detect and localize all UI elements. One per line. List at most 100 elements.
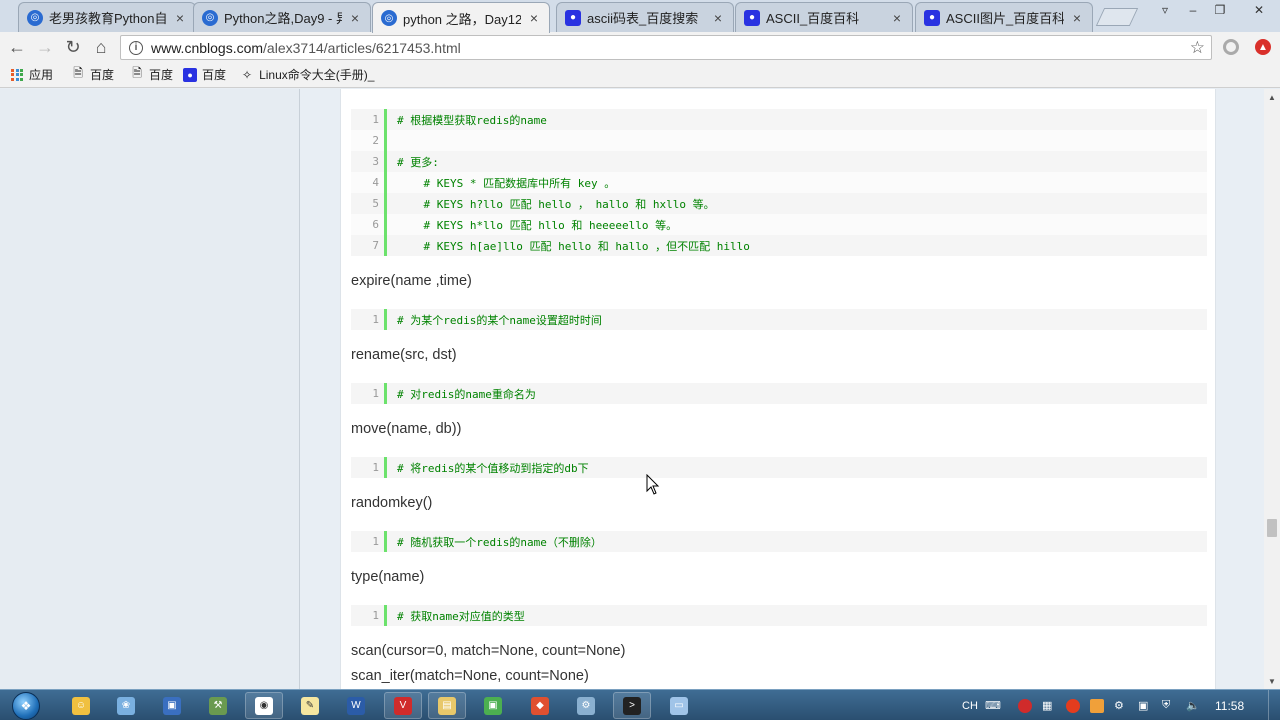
tray-app-icon[interactable]: ▦ — [1042, 690, 1052, 720]
user-icon[interactable]: ▿ — [1152, 0, 1178, 20]
start-button[interactable]: ❖ — [6, 690, 46, 720]
maximize-button[interactable]: ❐ — [1207, 0, 1233, 20]
word-icon[interactable]: W — [337, 692, 375, 719]
taskbar-app-glyph: ☺ — [72, 696, 90, 715]
pycharm-icon[interactable]: ▣ — [474, 692, 512, 719]
forward-arrow-icon[interactable]: → — [34, 36, 56, 58]
notepad-icon[interactable]: ✎ — [291, 692, 329, 719]
tab-close-icon[interactable]: × — [173, 10, 187, 26]
bookmark-label: Linux命令大全(手册)_ — [259, 68, 375, 82]
extension-icon[interactable] — [1223, 39, 1239, 55]
code-text: # 将redis的某个值移动到指定的db下 — [397, 461, 589, 475]
keyboard-icon[interactable]: ⌨ — [985, 690, 1001, 720]
tray-shield-icon[interactable]: ⛨ — [1162, 690, 1170, 720]
red-app-icon[interactable]: ◆ — [521, 692, 559, 719]
bookmark-linux[interactable]: ✧ Linux命令大全(手册)_ — [240, 66, 374, 83]
taskbar-app-glyph: > — [623, 696, 641, 715]
save-icon[interactable]: ▣ — [153, 692, 191, 719]
code-text: # 更多: — [397, 155, 439, 169]
volume-icon[interactable]: 🔈 — [1186, 690, 1200, 720]
chrome-icon[interactable]: ◉ — [245, 692, 283, 719]
line-number: 5 — [372, 197, 379, 210]
taskbar-app-glyph: ✎ — [301, 696, 319, 715]
tray-network-tool-icon[interactable]: ⚙ — [1114, 690, 1124, 720]
bookmarks-bar: 应用 🗎 百度 🗎 百度 ● 百度 ✧ Linux命令大全(手册)_ — [0, 62, 1280, 88]
window-icon[interactable]: ▭ — [660, 692, 698, 719]
code-line: 5 # KEYS h?llo 匹配 hello ， hallo 和 hxllo … — [351, 193, 1207, 214]
scroll-down-arrow-icon[interactable]: ▼ — [1264, 673, 1280, 689]
taskbar-app-glyph: V — [394, 696, 412, 715]
code-line: 1 # 为某个redis的某个name设置超时时间 — [351, 309, 1207, 330]
tab-4[interactable]: ● ascii码表_百度搜索 × — [556, 2, 734, 32]
method-heading: scan(cursor=0, match=None, count=None) — [351, 643, 626, 659]
taskbar-app-glyph: ▣ — [484, 696, 502, 715]
tab-close-icon[interactable]: × — [348, 10, 362, 26]
tray-orange-icon[interactable] — [1090, 690, 1104, 720]
extension-red-icon[interactable]: ▲ — [1255, 39, 1271, 55]
reload-icon[interactable]: ↻ — [62, 36, 84, 58]
tray-record-icon[interactable] — [1066, 690, 1080, 720]
line-number: 6 — [372, 218, 379, 231]
baidu-paw-icon: ● — [565, 9, 581, 26]
back-arrow-icon[interactable]: ← — [6, 36, 28, 58]
folder-icon[interactable]: ☺ — [62, 692, 100, 719]
tools-icon[interactable]: ⚒ — [199, 692, 237, 719]
code-line: 1 # 对redis的name重命名为 — [351, 383, 1207, 404]
code-text: # 为某个redis的某个name设置超时时间 — [397, 313, 602, 327]
bookmark-baidu-1[interactable]: 🗎 百度 — [71, 66, 114, 83]
address-bar[interactable]: i www.cnblogs.com/alex3714/articles/6217… — [120, 35, 1212, 60]
tab-3[interactable]: ◎ python 之路，Day12 × — [372, 2, 550, 33]
input-language[interactable]: CH — [962, 690, 978, 720]
bookmark-apps[interactable]: 应用 — [10, 66, 53, 83]
bookmark-label: 百度 — [202, 68, 227, 82]
page-scrollbar[interactable]: ▲ ▼ — [1264, 89, 1280, 689]
linux-icon: ✧ — [242, 67, 253, 82]
tab-close-icon[interactable]: × — [890, 10, 904, 26]
tab-5[interactable]: ● ASCII_百度百科 × — [735, 2, 913, 32]
tab-close-icon[interactable]: × — [1070, 10, 1084, 26]
info-icon[interactable]: i — [129, 40, 143, 55]
bookmark-star-icon[interactable]: ☆ — [1190, 38, 1205, 58]
baidu-paw-icon: ● — [183, 67, 198, 82]
close-window-button[interactable]: ✕ — [1240, 0, 1278, 20]
code-text: # KEYS h?llo 匹配 hello ， hallo 和 hxllo 等。 — [397, 197, 715, 211]
tab-close-icon[interactable]: × — [527, 10, 541, 26]
code-block: 1 # 随机获取一个redis的name（不删除） — [351, 531, 1207, 552]
home-icon[interactable]: ⌂ — [90, 36, 112, 58]
scroll-up-arrow-icon[interactable]: ▲ — [1264, 89, 1280, 105]
bookmark-baidu-3[interactable]: ● 百度 — [183, 66, 226, 83]
taskbar-app-glyph: ⚙ — [577, 696, 595, 715]
tab-close-icon[interactable]: × — [711, 10, 725, 26]
code-block: 1 # 获取name对应值的类型 — [351, 605, 1207, 626]
bookmark-baidu-2[interactable]: 🗎 百度 — [130, 66, 173, 83]
tray-monitor-icon[interactable]: ▣ — [1138, 690, 1148, 720]
mouse-cursor-icon — [646, 474, 660, 495]
code-line: 3 # 更多: — [351, 151, 1207, 172]
minimize-button[interactable]: – — [1180, 0, 1206, 20]
clock[interactable]: 11:58 — [1215, 699, 1244, 713]
tab-title: ASCII图片_百度百科 — [946, 11, 1064, 26]
tab-6[interactable]: ● ASCII图片_百度百科 × — [915, 2, 1093, 32]
tab-1[interactable]: ◎ 老男孩教育Python自 × — [18, 2, 196, 32]
tool2-icon[interactable]: ⚙ — [567, 692, 605, 719]
explorer-icon[interactable]: ▤ — [428, 692, 466, 719]
cnblogs-icon: ◎ — [381, 10, 397, 26]
code-text: # 随机获取一个redis的name（不删除） — [397, 535, 602, 549]
cmd-icon[interactable]: > — [613, 692, 651, 719]
new-tab-button[interactable] — [1095, 8, 1139, 26]
show-desktop-button[interactable] — [1268, 690, 1280, 720]
page-icon: 🗎 — [73, 66, 83, 80]
tab-2[interactable]: ◎ Python之路,Day9 - 异 × — [193, 2, 371, 32]
tray-vpn-icon[interactable] — [1018, 690, 1032, 720]
gutter-bar — [384, 605, 387, 626]
code-text: # KEYS h[ae]llo 匹配 hello 和 hallo ，但不匹配 h… — [397, 239, 750, 253]
tab-title: Python之路,Day9 - 异 — [224, 11, 342, 26]
gutter-bar — [384, 383, 387, 404]
code-line: 1 # 根据模型获取redis的name — [351, 109, 1207, 130]
gutter-bar — [384, 457, 387, 478]
vpn-icon[interactable]: V — [384, 692, 422, 719]
scrollbar-thumb[interactable] — [1267, 519, 1277, 537]
paint-icon[interactable]: ❀ — [107, 692, 145, 719]
tab-title: python 之路，Day12 — [403, 11, 521, 27]
url-text[interactable]: www.cnblogs.com/alex3714/articles/621745… — [151, 40, 461, 56]
